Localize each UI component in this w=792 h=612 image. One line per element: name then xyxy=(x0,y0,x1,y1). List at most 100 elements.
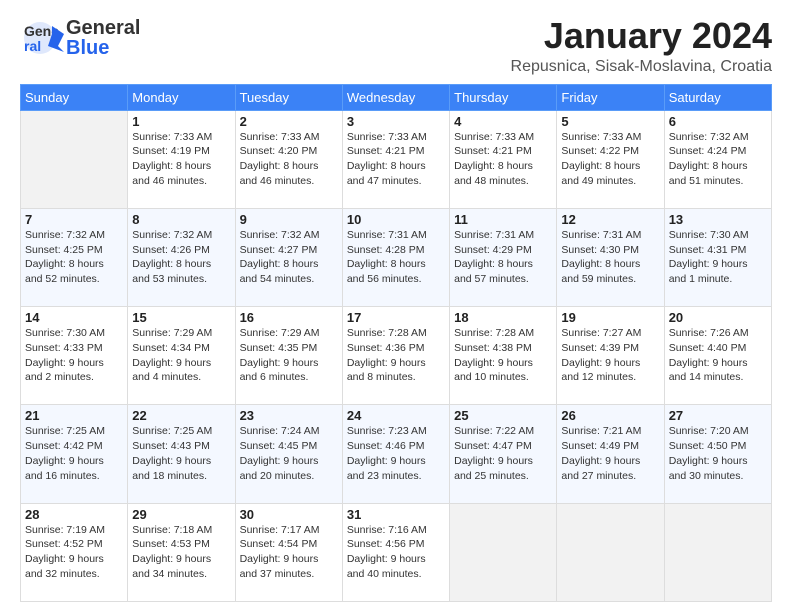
calendar-cell: 4Sunrise: 7:33 AMSunset: 4:21 PMDaylight… xyxy=(450,110,557,208)
cell-date: 10 xyxy=(347,212,445,227)
calendar-cell: 20Sunrise: 7:26 AMSunset: 4:40 PMDayligh… xyxy=(664,307,771,405)
calendar-cell: 16Sunrise: 7:29 AMSunset: 4:35 PMDayligh… xyxy=(235,307,342,405)
cell-date: 18 xyxy=(454,310,552,325)
cell-date: 28 xyxy=(25,507,123,522)
cell-date: 12 xyxy=(561,212,659,227)
cell-date: 19 xyxy=(561,310,659,325)
cell-info: Sunrise: 7:22 AMSunset: 4:47 PMDaylight:… xyxy=(454,424,552,483)
cell-info: Sunrise: 7:27 AMSunset: 4:39 PMDaylight:… xyxy=(561,326,659,385)
cell-date: 31 xyxy=(347,507,445,522)
cell-info: Sunrise: 7:33 AMSunset: 4:21 PMDaylight:… xyxy=(347,130,445,189)
cell-date: 22 xyxy=(132,408,230,423)
cell-info: Sunrise: 7:33 AMSunset: 4:20 PMDaylight:… xyxy=(240,130,338,189)
calendar-cell: 23Sunrise: 7:24 AMSunset: 4:45 PMDayligh… xyxy=(235,405,342,503)
calendar-cell: 11Sunrise: 7:31 AMSunset: 4:29 PMDayligh… xyxy=(450,208,557,306)
cell-date: 30 xyxy=(240,507,338,522)
cell-date: 7 xyxy=(25,212,123,227)
cell-info: Sunrise: 7:32 AMSunset: 4:27 PMDaylight:… xyxy=(240,228,338,287)
cell-date: 14 xyxy=(25,310,123,325)
cell-info: Sunrise: 7:16 AMSunset: 4:56 PMDaylight:… xyxy=(347,523,445,582)
cell-info: Sunrise: 7:19 AMSunset: 4:52 PMDaylight:… xyxy=(25,523,123,582)
cell-info: Sunrise: 7:30 AMSunset: 4:33 PMDaylight:… xyxy=(25,326,123,385)
cell-info: Sunrise: 7:30 AMSunset: 4:31 PMDaylight:… xyxy=(669,228,767,287)
calendar-cell: 29Sunrise: 7:18 AMSunset: 4:53 PMDayligh… xyxy=(128,503,235,601)
cell-info: Sunrise: 7:33 AMSunset: 4:21 PMDaylight:… xyxy=(454,130,552,189)
calendar-cell: 9Sunrise: 7:32 AMSunset: 4:27 PMDaylight… xyxy=(235,208,342,306)
calendar-cell: 7Sunrise: 7:32 AMSunset: 4:25 PMDaylight… xyxy=(21,208,128,306)
calendar-cell: 19Sunrise: 7:27 AMSunset: 4:39 PMDayligh… xyxy=(557,307,664,405)
cell-info: Sunrise: 7:32 AMSunset: 4:26 PMDaylight:… xyxy=(132,228,230,287)
col-monday: Monday xyxy=(128,84,235,110)
cell-info: Sunrise: 7:28 AMSunset: 4:36 PMDaylight:… xyxy=(347,326,445,385)
location-title: Repusnica, Sisak-Moslavina, Croatia xyxy=(511,58,772,76)
calendar-cell: 1Sunrise: 7:33 AMSunset: 4:19 PMDaylight… xyxy=(128,110,235,208)
calendar-cell xyxy=(664,503,771,601)
logo-blue: Blue xyxy=(66,38,140,58)
cell-date: 5 xyxy=(561,114,659,129)
calendar-cell: 17Sunrise: 7:28 AMSunset: 4:36 PMDayligh… xyxy=(342,307,449,405)
cell-info: Sunrise: 7:31 AMSunset: 4:29 PMDaylight:… xyxy=(454,228,552,287)
cell-date: 13 xyxy=(669,212,767,227)
calendar-table: Sunday Monday Tuesday Wednesday Thursday… xyxy=(20,84,772,602)
calendar-cell: 22Sunrise: 7:25 AMSunset: 4:43 PMDayligh… xyxy=(128,405,235,503)
cell-info: Sunrise: 7:20 AMSunset: 4:50 PMDaylight:… xyxy=(669,424,767,483)
calendar-cell: 28Sunrise: 7:19 AMSunset: 4:52 PMDayligh… xyxy=(21,503,128,601)
cell-info: Sunrise: 7:25 AMSunset: 4:43 PMDaylight:… xyxy=(132,424,230,483)
calendar-header-row: Sunday Monday Tuesday Wednesday Thursday… xyxy=(21,84,772,110)
calendar-cell xyxy=(450,503,557,601)
cell-info: Sunrise: 7:31 AMSunset: 4:28 PMDaylight:… xyxy=(347,228,445,287)
calendar-cell: 13Sunrise: 7:30 AMSunset: 4:31 PMDayligh… xyxy=(664,208,771,306)
cell-info: Sunrise: 7:18 AMSunset: 4:53 PMDaylight:… xyxy=(132,523,230,582)
cell-info: Sunrise: 7:23 AMSunset: 4:46 PMDaylight:… xyxy=(347,424,445,483)
calendar-cell: 24Sunrise: 7:23 AMSunset: 4:46 PMDayligh… xyxy=(342,405,449,503)
calendar-cell: 12Sunrise: 7:31 AMSunset: 4:30 PMDayligh… xyxy=(557,208,664,306)
calendar-row-0: 1Sunrise: 7:33 AMSunset: 4:19 PMDaylight… xyxy=(21,110,772,208)
calendar-cell: 6Sunrise: 7:32 AMSunset: 4:24 PMDaylight… xyxy=(664,110,771,208)
calendar-cell: 30Sunrise: 7:17 AMSunset: 4:54 PMDayligh… xyxy=(235,503,342,601)
col-friday: Friday xyxy=(557,84,664,110)
cell-date: 20 xyxy=(669,310,767,325)
calendar-cell: 25Sunrise: 7:22 AMSunset: 4:47 PMDayligh… xyxy=(450,405,557,503)
calendar-cell: 27Sunrise: 7:20 AMSunset: 4:50 PMDayligh… xyxy=(664,405,771,503)
calendar-cell: 5Sunrise: 7:33 AMSunset: 4:22 PMDaylight… xyxy=(557,110,664,208)
calendar-cell: 10Sunrise: 7:31 AMSunset: 4:28 PMDayligh… xyxy=(342,208,449,306)
cell-info: Sunrise: 7:33 AMSunset: 4:19 PMDaylight:… xyxy=(132,130,230,189)
calendar-cell: 2Sunrise: 7:33 AMSunset: 4:20 PMDaylight… xyxy=(235,110,342,208)
cell-info: Sunrise: 7:24 AMSunset: 4:45 PMDaylight:… xyxy=(240,424,338,483)
cell-date: 26 xyxy=(561,408,659,423)
cell-info: Sunrise: 7:21 AMSunset: 4:49 PMDaylight:… xyxy=(561,424,659,483)
calendar-cell xyxy=(21,110,128,208)
cell-info: Sunrise: 7:32 AMSunset: 4:24 PMDaylight:… xyxy=(669,130,767,189)
cell-date: 24 xyxy=(347,408,445,423)
cell-date: 17 xyxy=(347,310,445,325)
logo-icon: Gene ral xyxy=(20,16,64,60)
col-wednesday: Wednesday xyxy=(342,84,449,110)
cell-date: 6 xyxy=(669,114,767,129)
calendar-cell: 31Sunrise: 7:16 AMSunset: 4:56 PMDayligh… xyxy=(342,503,449,601)
logo: Gene ral General Blue xyxy=(20,16,140,60)
logo-general: General xyxy=(66,18,140,38)
calendar-cell: 18Sunrise: 7:28 AMSunset: 4:38 PMDayligh… xyxy=(450,307,557,405)
cell-date: 15 xyxy=(132,310,230,325)
col-sunday: Sunday xyxy=(21,84,128,110)
cell-date: 8 xyxy=(132,212,230,227)
col-thursday: Thursday xyxy=(450,84,557,110)
cell-date: 3 xyxy=(347,114,445,129)
cell-info: Sunrise: 7:28 AMSunset: 4:38 PMDaylight:… xyxy=(454,326,552,385)
calendar-cell: 21Sunrise: 7:25 AMSunset: 4:42 PMDayligh… xyxy=(21,405,128,503)
cell-date: 21 xyxy=(25,408,123,423)
cell-date: 2 xyxy=(240,114,338,129)
cell-date: 4 xyxy=(454,114,552,129)
cell-info: Sunrise: 7:17 AMSunset: 4:54 PMDaylight:… xyxy=(240,523,338,582)
cell-info: Sunrise: 7:32 AMSunset: 4:25 PMDaylight:… xyxy=(25,228,123,287)
month-title: January 2024 xyxy=(511,16,772,56)
cell-date: 9 xyxy=(240,212,338,227)
calendar-cell: 8Sunrise: 7:32 AMSunset: 4:26 PMDaylight… xyxy=(128,208,235,306)
cell-info: Sunrise: 7:29 AMSunset: 4:35 PMDaylight:… xyxy=(240,326,338,385)
cell-date: 11 xyxy=(454,212,552,227)
svg-text:ral: ral xyxy=(24,38,41,54)
col-saturday: Saturday xyxy=(664,84,771,110)
col-tuesday: Tuesday xyxy=(235,84,342,110)
calendar-row-1: 7Sunrise: 7:32 AMSunset: 4:25 PMDaylight… xyxy=(21,208,772,306)
cell-date: 16 xyxy=(240,310,338,325)
